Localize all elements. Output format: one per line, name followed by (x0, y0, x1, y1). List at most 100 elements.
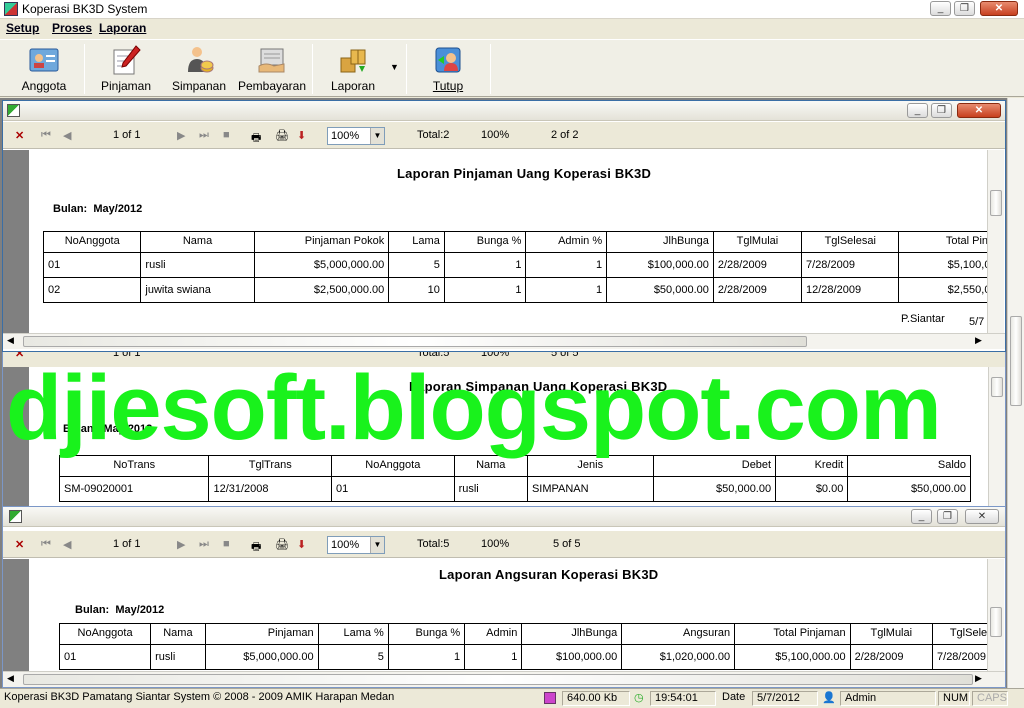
toolbar-separator (312, 44, 313, 94)
prev-page-icon[interactable]: ◀ (63, 538, 71, 551)
exit-door-icon (435, 47, 461, 73)
bulan-caption: Bulan: May/2012 (53, 203, 143, 215)
stop-icon[interactable]: ■ (223, 538, 230, 550)
copyright-text: Koperasi BK3D Pamatang Siantar System © … (4, 691, 395, 703)
column-header: Angsuran (621, 623, 736, 645)
first-page-icon[interactable]: ⏮ (41, 538, 51, 551)
laporan-button[interactable]: Laporan (322, 42, 384, 96)
pembayaran-label: Pembayaran (237, 79, 307, 93)
pinjaman-window-titlebar: _ ❐ ✕ (3, 101, 1005, 121)
table-row: SM-09020001 12/31/2008 01 rusli SIMPANAN $50,… (58, 476, 971, 502)
scroll-thumb[interactable] (990, 607, 1002, 637)
pinjaman-report-window: _ ❐ ✕ ✕ ⏮ ◀ 1 of 1 ▶ ⏭ ■ 🖶 🖨 ⬇ 100% ▼ Tot… (2, 100, 1006, 352)
export-icon[interactable]: ⬇ (297, 538, 306, 551)
simpanan-vertical-scrollbar[interactable] (988, 367, 1005, 509)
laporan-dropdown-icon[interactable]: ▼ (390, 62, 399, 72)
print-icon[interactable]: 🖶 (251, 538, 261, 557)
angsuran-report-page: Laporan Angsuran Koperasi BK3D Bulan: Ma… (29, 559, 987, 671)
stop-icon[interactable]: ■ (223, 129, 230, 141)
menu-proses[interactable]: Proses (52, 21, 92, 35)
zoom-select[interactable]: 100% ▼ (327, 536, 385, 554)
column-header: TglSelesai (932, 623, 987, 645)
close-button[interactable]: ✕ (957, 103, 1001, 118)
restore-button[interactable]: ❐ (931, 103, 952, 118)
scroll-right-icon[interactable]: ▶ (975, 673, 982, 684)
table-row: 01 rusli $5,000,000.00 5 1 1 $100,000.00 $1,020… (58, 644, 987, 670)
close-report-icon[interactable]: ✕ (15, 538, 24, 551)
anggota-button[interactable]: Anggota (14, 42, 74, 96)
h-scroll-thumb[interactable] (23, 336, 807, 347)
h-scroll-thumb[interactable] (23, 674, 973, 685)
table-cell: $2,550,000.00 (898, 277, 987, 303)
close-button[interactable]: ✕ (980, 1, 1018, 16)
pen-paper-icon (113, 45, 141, 75)
table-header-row: NoAnggota Nama Pinjaman Lama % Bunga % Admin J… (58, 623, 987, 645)
first-page-icon[interactable]: ⏮ (41, 129, 51, 142)
column-header: Pinjaman Pokok (253, 231, 390, 253)
scroll-left-icon[interactable]: ◀ (7, 673, 14, 684)
last-page-icon[interactable]: ⏭ (199, 129, 209, 142)
column-header: TglMulai (849, 623, 934, 645)
scroll-left-icon[interactable]: ◀ (7, 335, 14, 346)
pembayaran-button[interactable]: Pembayaran (236, 42, 308, 96)
column-header: Total Pinjaman (898, 231, 987, 253)
print-setup-icon[interactable]: 🖨 (275, 538, 289, 551)
table-cell: rusli (453, 476, 528, 502)
menu-setup[interactable]: Setup (6, 21, 39, 35)
angsuran-vertical-scrollbar[interactable] (987, 559, 1004, 671)
minimize-button[interactable]: _ (930, 1, 951, 16)
report-toolbar: ✕ ⏮ ◀ 1 of 1 ▶ ⏭ ■ 🖶 🖨 ⬇ 100% ▼ Total:2 1… (3, 122, 1005, 149)
column-header: Lama % (317, 623, 389, 645)
next-page-icon[interactable]: ▶ (177, 538, 185, 551)
menu-laporan[interactable]: Laporan (99, 21, 146, 35)
minimize-button[interactable]: _ (907, 103, 928, 118)
boxes-icon (340, 49, 366, 73)
pinjaman-button[interactable]: Pinjaman (96, 42, 156, 96)
table-cell: $50,000.00 (652, 476, 777, 502)
mdi-scroll-thumb[interactable] (1010, 316, 1022, 406)
column-header: Bunga % (387, 623, 466, 645)
close-report-icon[interactable]: ✕ (15, 129, 24, 142)
print-icon[interactable]: 🖶 (251, 129, 261, 148)
table-cell: 7/28/2009 (801, 252, 900, 278)
angsuran-horizontal-scrollbar[interactable]: ◀ ▶ (3, 671, 1005, 687)
table-cell: 1 (443, 277, 527, 303)
column-header: Admin (464, 623, 523, 645)
next-page-icon[interactable]: ▶ (177, 129, 185, 142)
table-row: 01 rusli $5,000,000.00 5 1 1 $100,000.00 2/28/2… (42, 252, 987, 278)
time-panel: 19:54:01 (650, 691, 716, 706)
column-header: TglSelesai (801, 231, 900, 253)
table-cell: 5 (317, 644, 389, 670)
tutup-button[interactable]: Tutup (420, 42, 476, 96)
last-page-icon[interactable]: ⏭ (199, 538, 209, 551)
zoom-select[interactable]: 100% ▼ (327, 127, 385, 145)
app-title-bar: Koperasi BK3D System _ ❐ ✕ (0, 0, 1024, 19)
scroll-thumb[interactable] (990, 190, 1002, 216)
minimize-button[interactable]: _ (911, 509, 932, 524)
prev-page-icon[interactable]: ◀ (63, 129, 71, 142)
close-button[interactable]: ✕ (965, 509, 999, 524)
table-cell: 1 (387, 644, 466, 670)
restore-button[interactable]: ❐ (937, 509, 958, 524)
column-header: NoAnggota (58, 623, 152, 645)
scroll-right-icon[interactable]: ▶ (975, 335, 982, 346)
table-cell: 01 (58, 644, 152, 670)
restore-button[interactable]: ❐ (954, 1, 975, 16)
scroll-thumb[interactable] (991, 377, 1003, 397)
table-header-row: NoAnggota Nama Pinjaman Pokok Lama Bunga % Ad… (42, 231, 987, 253)
pages-label: 5 of 5 (553, 538, 581, 550)
simpanan-button[interactable]: Simpanan (170, 42, 228, 96)
pinjaman-horizontal-scrollbar[interactable]: ◀ ▶ (3, 333, 1005, 349)
column-header: Pinjaman (204, 623, 319, 645)
pinjaman-vertical-scrollbar[interactable] (987, 150, 1004, 333)
export-icon[interactable]: ⬇ (297, 129, 306, 142)
column-header: JlhBunga (606, 231, 714, 253)
bulan-caption: Bulan: May/2012 (75, 604, 165, 616)
print-setup-icon[interactable]: 🖨 (275, 129, 289, 142)
table-cell: SIMPANAN (526, 476, 654, 502)
report-margin (3, 150, 29, 333)
person-money-icon (188, 47, 214, 73)
footer-page: 5/7 (969, 316, 985, 328)
table-cell: 7/28/2009 (932, 644, 987, 670)
mdi-vertical-scrollbar[interactable] (1007, 98, 1024, 688)
